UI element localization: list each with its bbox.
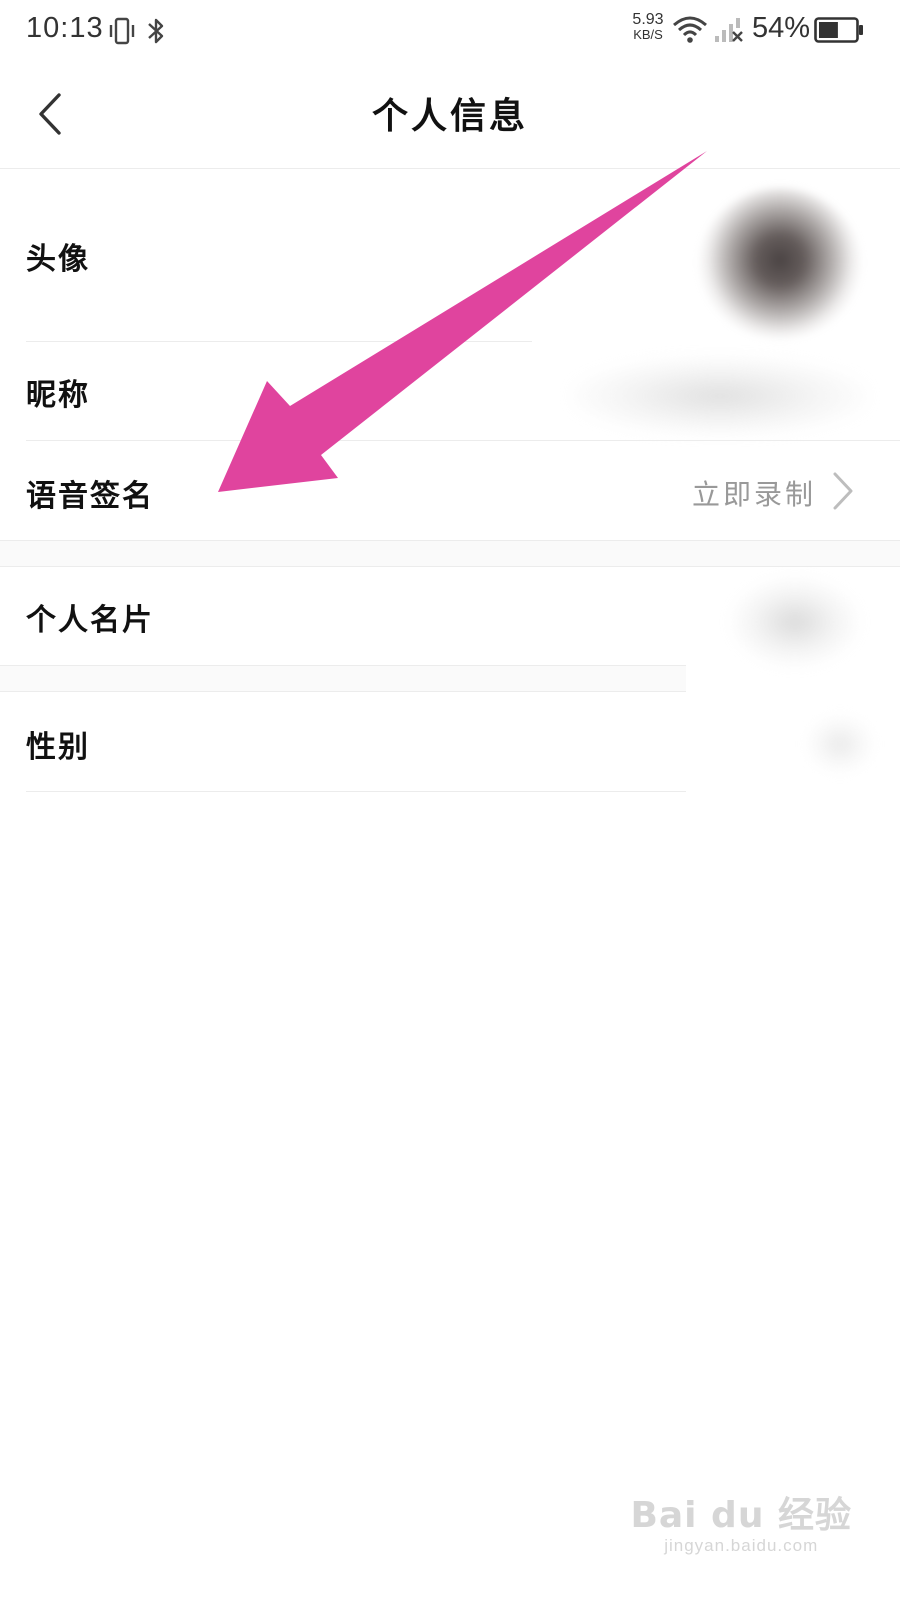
- row-label-voice-signature: 语音签名: [26, 479, 154, 514]
- business-card-value: [730, 577, 860, 667]
- row-avatar[interactable]: 头像: [0, 170, 900, 342]
- row-label-business-card: 个人名片: [26, 603, 154, 638]
- avatar: [700, 188, 860, 338]
- nav-bar: 个人信息: [0, 64, 900, 169]
- battery-percent: 54%: [752, 12, 811, 44]
- baidu-jingyan-watermark: Bai du 经验 jingyan.baidu.com: [630, 1496, 852, 1556]
- gender-value: [805, 714, 875, 774]
- back-button[interactable]: [22, 82, 78, 146]
- row-label-gender: 性别: [26, 730, 90, 765]
- bluetooth-icon: [146, 16, 166, 50]
- divider: [26, 791, 686, 792]
- watermark-url: jingyan.baidu.com: [664, 1536, 819, 1555]
- battery-icon: [814, 16, 864, 48]
- row-gender[interactable]: 性别: [0, 692, 900, 791]
- net-speed-value: 5.93: [632, 11, 664, 28]
- section-gap: [0, 541, 900, 566]
- chevron-right-icon: [832, 471, 854, 515]
- wifi-icon: [672, 14, 708, 50]
- vibrate-icon: [108, 16, 136, 50]
- row-nickname[interactable]: 昵称: [0, 342, 900, 440]
- nickname-value: [570, 356, 870, 436]
- status-time: 10:13: [26, 12, 104, 44]
- row-business-card[interactable]: 个人名片: [0, 567, 900, 667]
- chevron-left-icon: [39, 93, 61, 135]
- row-label-avatar: 头像: [26, 242, 90, 277]
- row-label-nickname: 昵称: [26, 378, 90, 413]
- watermark-logo: Bai du 经验: [630, 1495, 852, 1536]
- status-bar: 10:13 5.93 KB/S 54%: [0, 0, 900, 64]
- row-voice-signature[interactable]: 语音签名 立即录制: [0, 441, 900, 540]
- page-title: 个人信息: [371, 95, 528, 137]
- signal-icon: [712, 14, 744, 50]
- net-speed-unit: KB/S: [633, 27, 663, 42]
- section-gap: [0, 666, 686, 691]
- record-now-link[interactable]: 立即录制: [692, 473, 816, 513]
- net-speed: 5.93 KB/S: [624, 11, 672, 43]
